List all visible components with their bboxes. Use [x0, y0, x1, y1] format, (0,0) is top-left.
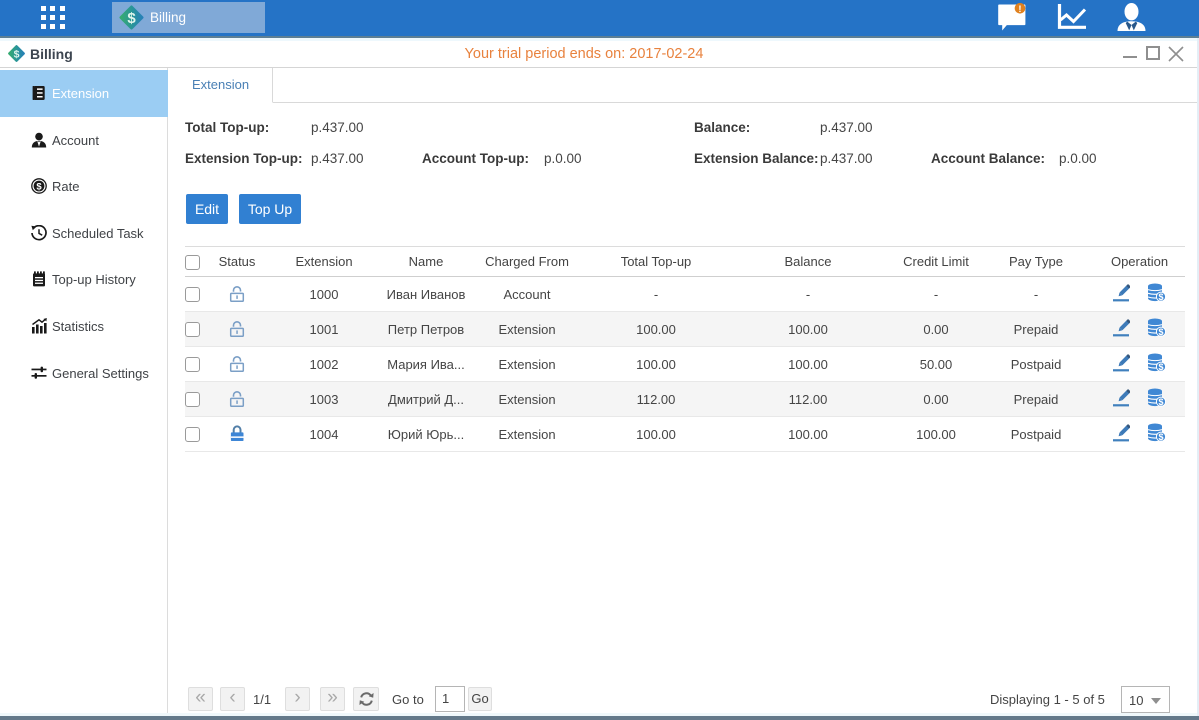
svg-text:$: $: [127, 10, 136, 27]
svg-text:$: $: [36, 182, 42, 193]
svg-text:!: !: [1018, 4, 1021, 15]
